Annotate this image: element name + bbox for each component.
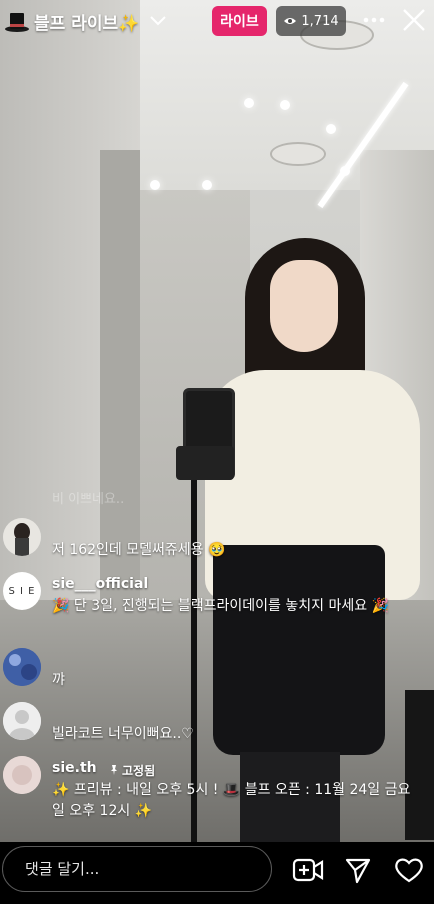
comment-text: 꺄 [52,672,65,688]
comment-username[interactable]: sie.th [52,760,97,776]
chevron-down-icon[interactable] [149,12,167,30]
avatar[interactable] [3,518,41,556]
live-badge: 라이브 [212,6,267,36]
close-icon[interactable] [400,6,428,34]
more-options-icon[interactable] [362,8,386,32]
ceiling-vent [270,142,326,166]
avatar[interactable] [3,756,41,794]
comment-text: 🎉 단 3일, 진행되는 블랙프라이데이를 놓치지 마세요 🎉 [52,598,389,614]
viewer-count[interactable]: 1,714 [276,6,346,36]
account-title: 블프 라이브✨ [34,13,140,34]
eye-icon [283,14,297,28]
add-video-icon[interactable] [292,857,324,883]
ceiling-light [280,100,290,110]
tripod-mount [176,446,234,480]
pin-icon [108,764,120,776]
comment-input[interactable]: 댓글 달기... [2,846,272,892]
pinned-text: 고정됨 [122,764,156,778]
top-bar: 블프 라이브✨ 라이브 1,714 [0,0,434,44]
avatar[interactable]: S I E [3,572,41,610]
ceiling-light [326,124,336,134]
heart-icon[interactable] [394,856,424,884]
pinned-label: 고정됨 [108,762,155,779]
ceiling-light [202,180,212,190]
top-hat-icon [4,8,30,34]
person-face [270,260,338,352]
faded-comment: 비 이쁘네요.. [52,492,125,507]
ceiling-light [244,98,254,108]
viewer-count-number: 1,714 [301,13,339,29]
send-icon[interactable] [344,856,372,884]
comment-text: 빌라코트 너무이뻐요..♡ [52,726,194,742]
comment-text: ✨ 프리뷰 : 내일 오후 5시 ! 🎩 블프 오픈 : 11월 24일 금요일… [52,782,411,819]
avatar[interactable] [3,648,41,686]
bottom-bar: 댓글 달기... [0,842,434,904]
comment-username[interactable]: sie___official [52,576,148,592]
ceiling-light [150,180,160,190]
comment-text: 저 162인데 모델써쥬세용 🥹 [52,542,226,558]
account-switcher[interactable]: 블프 라이브✨ [4,6,167,36]
livestream-video [0,0,434,842]
avatar[interactable] [3,702,41,740]
